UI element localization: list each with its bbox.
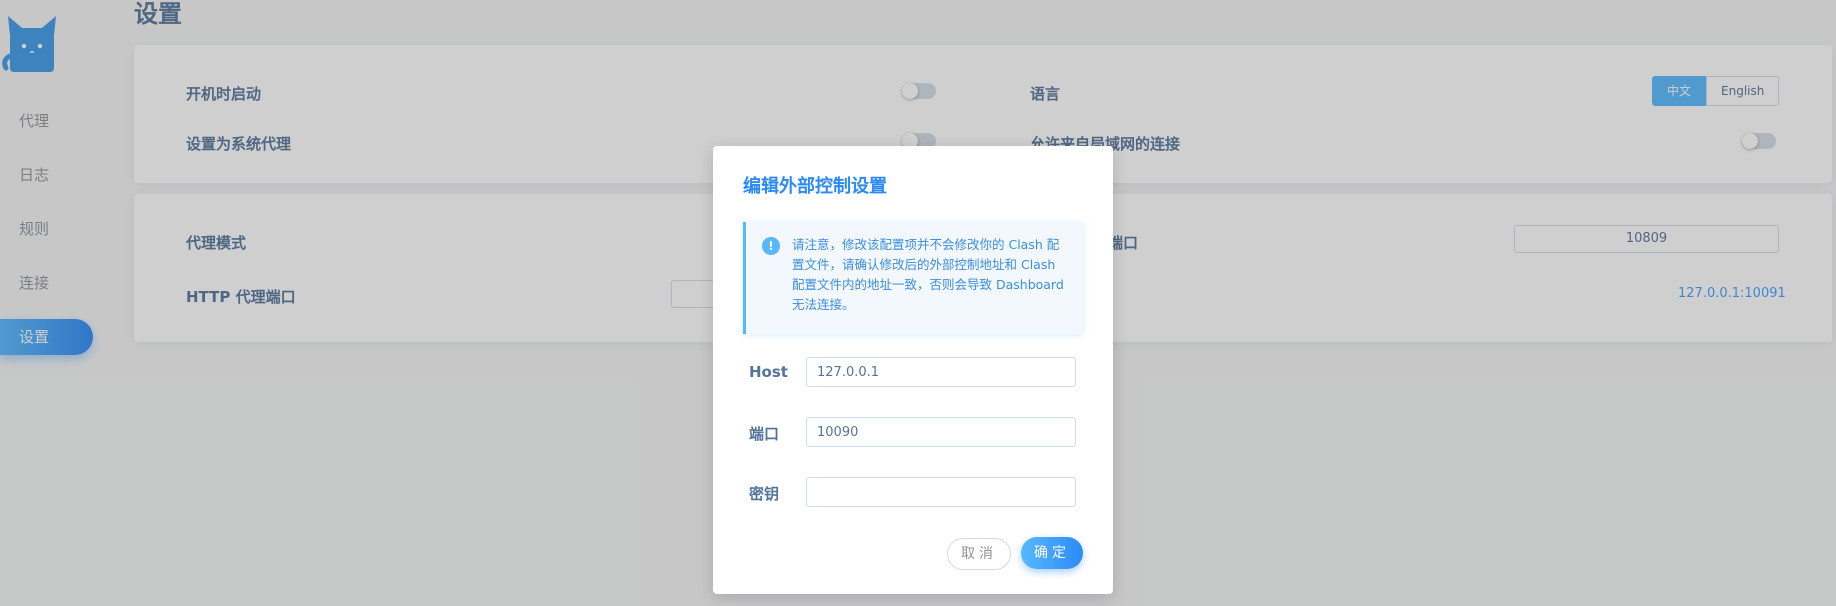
cancel-button[interactable]: 取消: [947, 538, 1011, 570]
info-icon: !: [762, 237, 780, 255]
secret-label: 密钥: [749, 485, 780, 503]
warning-alert: ! 请注意，修改该配置项并不会修改你的 Clash 配置文件，请确认修改后的外部…: [743, 222, 1083, 334]
host-input[interactable]: [806, 357, 1076, 387]
port-input[interactable]: [806, 417, 1076, 447]
secret-input[interactable]: [806, 477, 1076, 507]
alert-text: 请注意，修改该配置项并不会修改你的 Clash 配置文件，请确认修改后的外部控制…: [792, 237, 1064, 312]
external-controller-dialog: 编辑外部控制设置 ! 请注意，修改该配置项并不会修改你的 Clash 配置文件，…: [713, 146, 1113, 594]
dialog-title: 编辑外部控制设置: [743, 176, 887, 197]
host-label: Host: [749, 363, 788, 381]
port-label: 端口: [749, 425, 780, 443]
confirm-button[interactable]: 确定: [1021, 537, 1083, 569]
